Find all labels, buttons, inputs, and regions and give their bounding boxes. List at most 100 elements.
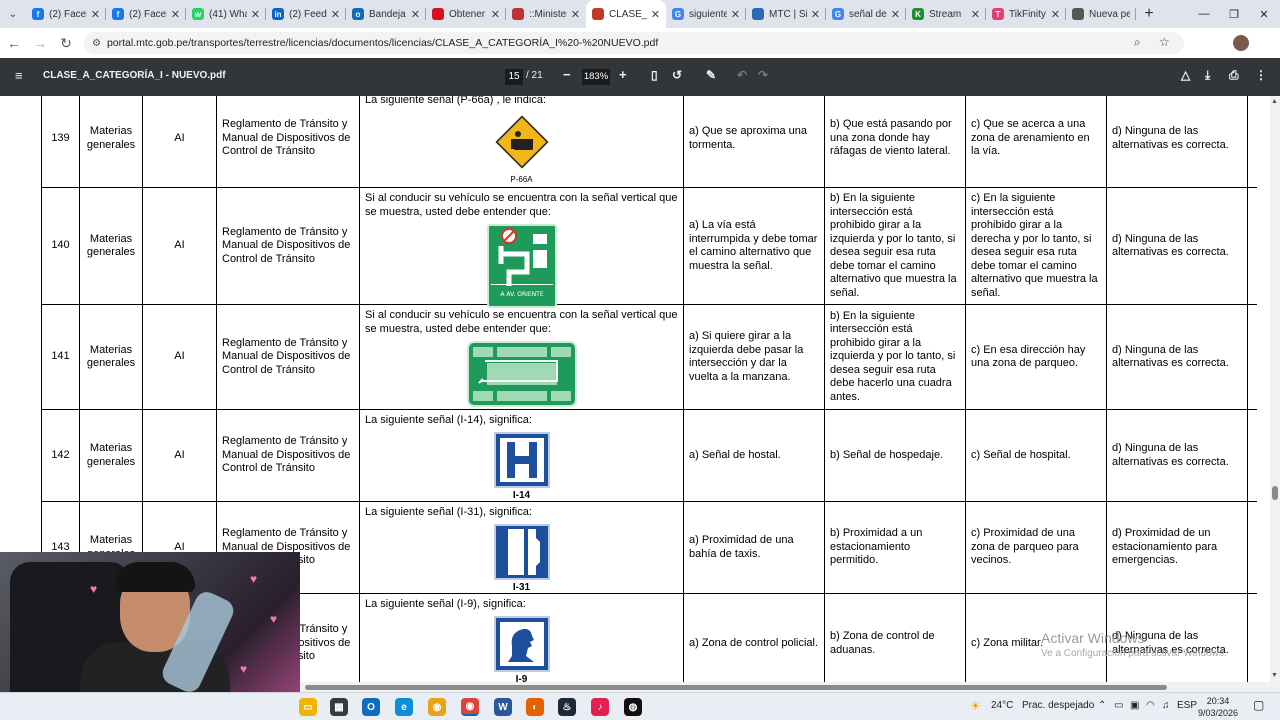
zoom-out-icon[interactable]: − — [563, 67, 571, 82]
restore-icon[interactable]: ❐ — [1218, 0, 1250, 28]
site-info-icon[interactable]: ⚙ — [92, 38, 101, 49]
page-number-input[interactable]: 15 — [505, 69, 523, 85]
table-edge-cell — [1247, 410, 1257, 501]
close-window-icon[interactable]: ✕ — [1248, 0, 1280, 28]
outlook-icon: o — [352, 8, 364, 20]
more-options-icon[interactable]: ⋮ — [1255, 68, 1267, 82]
obs-icon[interactable]: ◍ — [624, 698, 642, 716]
option-b-cell-text: b) Proximidad a un estacionamiento permi… — [830, 527, 923, 567]
volume-icon[interactable]: ♫ — [1162, 700, 1170, 711]
close-tab-icon[interactable]: ✕ — [1051, 8, 1060, 21]
scroll-up-icon[interactable]: ▲ — [1271, 98, 1278, 105]
edge-icon[interactable]: e — [395, 698, 413, 716]
forward-button[interactable]: → — [28, 31, 52, 55]
close-tab-icon[interactable]: ✕ — [731, 8, 740, 21]
drive-icon[interactable]: △ — [1181, 68, 1190, 82]
weather-temp[interactable]: 24°C — [991, 700, 1013, 711]
svg-text:A AV. ORIENTE: A AV. ORIENTE — [500, 291, 543, 298]
browser-tab[interactable]: T TikFinity ✕ — [986, 0, 1066, 28]
question-cell: Si al conducir su vehículo se encuentra … — [359, 305, 683, 409]
browser-tab[interactable]: in (2) Feed | LinkedIn ✕ — [266, 0, 346, 28]
steam-icon[interactable]: ♨ — [558, 698, 576, 716]
profile-avatar[interactable] — [1233, 35, 1249, 51]
option-d-cell-text: d) Ninguna de las alternativas es correc… — [1112, 343, 1229, 370]
close-tab-icon[interactable]: ✕ — [251, 8, 260, 21]
tab-search-icon[interactable]: ⌄ — [0, 0, 26, 28]
question-number-text: 141 — [51, 350, 70, 363]
question-text: Si al conducir su vehículo se encuentra … — [365, 309, 678, 335]
back-button[interactable]: ← — [2, 31, 26, 55]
tab-title: Bandeja de entrada — [369, 8, 407, 20]
category-cell-text: AI — [174, 448, 185, 461]
browser-tab[interactable]: Gseñal de ✕ — [826, 0, 906, 28]
outlook-icon[interactable]: O — [362, 698, 380, 716]
new-tab-button[interactable]: + — [1136, 0, 1162, 28]
scrollbar-thumb[interactable] — [1272, 486, 1278, 500]
omnibox[interactable]: ⚙ portal.mtc.gob.pe/transportes/terrestr… — [84, 32, 1184, 54]
browser-tab[interactable]: ::Ministerio ✕ — [506, 0, 586, 28]
word-icon[interactable]: W — [494, 698, 512, 716]
option-d-cell: d) Ninguna de las alternativas es correc… — [1106, 188, 1247, 304]
close-tab-icon[interactable]: ✕ — [491, 8, 500, 21]
scroll-down-icon[interactable]: ▼ — [1271, 672, 1278, 679]
sign-caption: I-9 — [515, 674, 528, 682]
notifications-icon[interactable]: ▢ — [1253, 698, 1264, 712]
tray-chevron-icon[interactable]: ⌃ — [1098, 700, 1106, 711]
question-number: 141 — [41, 305, 79, 409]
download-icon[interactable]: ⤓ — [1205, 68, 1210, 83]
option-a-cell: a) Que se aproxima una tormenta. — [683, 96, 824, 187]
subject-cell: Materias generales — [79, 96, 142, 187]
fit-page-icon[interactable]: ▯ — [651, 68, 658, 82]
option-a-cell-text: a) Zona de control policial. — [689, 636, 819, 649]
print-icon[interactable]: ⎙ — [1229, 68, 1239, 83]
close-tab-icon[interactable]: ✕ — [331, 8, 340, 21]
browser-tab[interactable]: CLASE_A ✕ — [586, 0, 666, 28]
close-tab-icon[interactable]: ✕ — [171, 8, 180, 21]
bookmark-star-icon[interactable]: ☆ — [1159, 35, 1170, 49]
wifi-icon[interactable]: ◠ — [1146, 700, 1155, 711]
browser-tab[interactable]: f (2) Facebook ✕ — [106, 0, 186, 28]
close-tab-icon[interactable]: ✕ — [411, 8, 420, 21]
question-number: 139 — [41, 96, 79, 187]
hamburger-menu-icon[interactable]: ≡ — [15, 68, 23, 83]
chrome-icon[interactable]: ◉ — [428, 698, 446, 716]
clock[interactable]: 20:34 9/03/2026 — [1196, 695, 1240, 719]
firefox-icon[interactable]: ◐ — [526, 698, 544, 716]
browser-tab[interactable]: K Stream ✕ — [906, 0, 986, 28]
undo-icon[interactable]: ↶ — [737, 68, 747, 82]
close-tab-icon[interactable]: ✕ — [571, 8, 580, 21]
close-tab-icon[interactable]: ✕ — [651, 8, 660, 21]
tray-app-icon[interactable]: ▣ — [1130, 700, 1139, 711]
question-number: 140 — [41, 188, 79, 304]
horizontal-scrollbar-thumb[interactable] — [305, 685, 1167, 690]
option-b-cell: b) Zona de control de aduanas. — [824, 594, 965, 682]
browser-tab[interactable]: MTC | Sistema ✕ — [746, 0, 826, 28]
language-indicator[interactable]: ESP — [1177, 700, 1197, 711]
option-a-cell-text: a) La vía está interrumpida y debe tomar… — [689, 219, 818, 272]
close-tab-icon[interactable]: ✕ — [811, 8, 820, 21]
chrome-active-icon[interactable]: ◉ — [461, 698, 479, 716]
weather-desc[interactable]: Prac. despejado — [1022, 700, 1094, 711]
zoom-level-input[interactable]: 183% — [582, 69, 610, 85]
vertical-scrollbar[interactable]: ▲ ▼ — [1270, 96, 1280, 682]
browser-tab[interactable]: o Bandeja de entrada ✕ — [346, 0, 426, 28]
annotate-icon[interactable]: ✎ — [706, 68, 716, 82]
browser-tab[interactable]: f (2) Facebook ✕ — [26, 0, 106, 28]
reload-button[interactable]: ↻ — [54, 31, 78, 55]
close-tab-icon[interactable]: ✕ — [91, 8, 100, 21]
minimize-icon[interactable]: — — [1188, 0, 1220, 28]
zoom-icon[interactable]: ⌕ — [1134, 35, 1141, 50]
tray-device-icon[interactable]: ▭ — [1114, 700, 1123, 711]
zoom-in-icon[interactable]: + — [619, 67, 627, 82]
redo-icon[interactable]: ↷ — [758, 68, 768, 82]
browser-tab[interactable]: Gsiguiente ✕ — [666, 0, 746, 28]
browser-tab[interactable]: Nueva pestaña — [1066, 0, 1136, 28]
tiktok-icon[interactable]: ♪ — [591, 698, 609, 716]
browser-tab[interactable]: w (41) WhatsApp ✕ — [186, 0, 266, 28]
rotate-icon[interactable]: ↺ — [672, 68, 682, 82]
close-tab-icon[interactable]: ✕ — [891, 8, 900, 21]
file-explorer-icon[interactable]: ▭ — [299, 698, 317, 716]
browser-tab[interactable]: Obtener ✕ — [426, 0, 506, 28]
close-tab-icon[interactable]: ✕ — [971, 8, 980, 21]
store-icon[interactable]: ▦ — [330, 698, 348, 716]
